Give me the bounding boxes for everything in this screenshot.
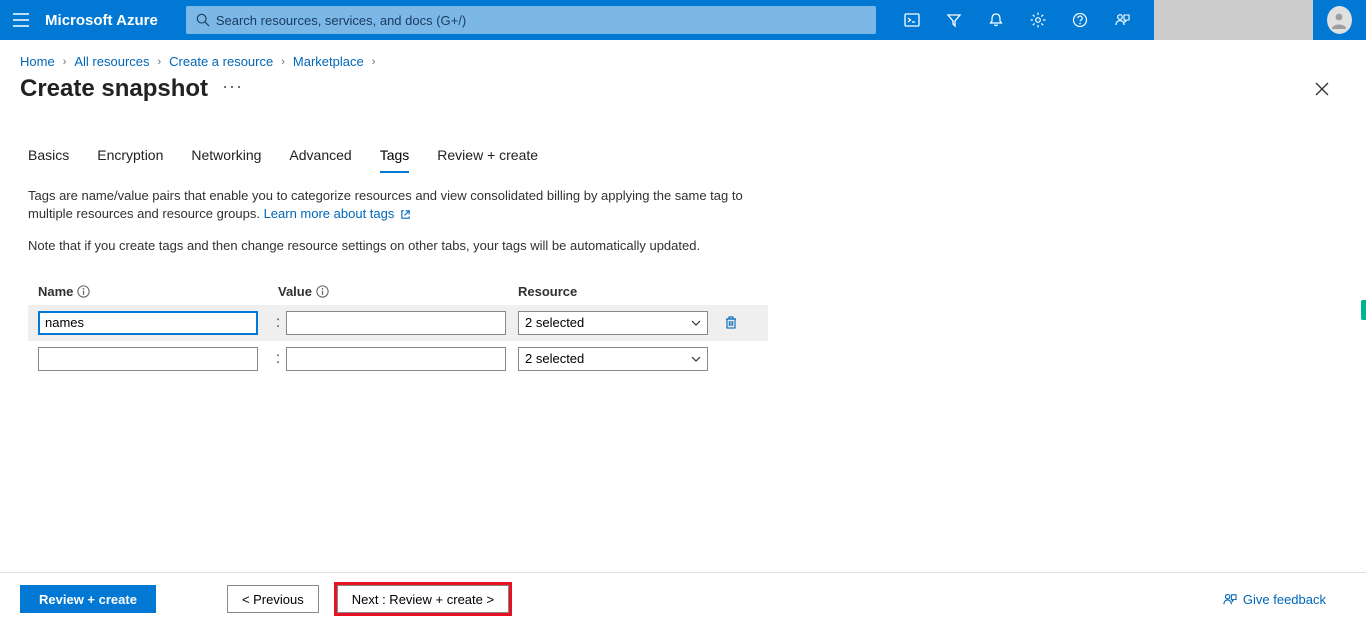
wizard-tabs: Basics Encryption Networking Advanced Ta…	[0, 103, 1366, 173]
top-bar: Microsoft Azure	[0, 0, 1366, 40]
give-feedback-label: Give feedback	[1243, 592, 1326, 607]
chevron-right-icon: ›	[372, 56, 376, 68]
feedback-icon[interactable]	[1102, 0, 1142, 40]
breadcrumb-home[interactable]: Home	[20, 54, 55, 69]
brand-label[interactable]: Microsoft Azure	[41, 12, 168, 29]
wizard-footer: Review + create < Previous Next : Review…	[0, 572, 1366, 625]
previous-button[interactable]: < Previous	[227, 585, 319, 613]
chevron-right-icon: ›	[281, 56, 285, 68]
tab-advanced[interactable]: Advanced	[289, 147, 351, 173]
tag-value-input[interactable]	[286, 311, 506, 335]
review-create-button[interactable]: Review + create	[20, 585, 156, 613]
tab-encryption[interactable]: Encryption	[97, 147, 163, 173]
topbar-icons	[892, 0, 1142, 40]
notifications-icon[interactable]	[976, 0, 1016, 40]
search-icon	[196, 13, 210, 27]
tag-resource-select[interactable]: 2 selected	[518, 311, 708, 335]
breadcrumb-create-resource[interactable]: Create a resource	[169, 54, 273, 69]
give-feedback-link[interactable]: Give feedback	[1222, 592, 1326, 607]
next-button[interactable]: Next : Review + create >	[337, 585, 509, 613]
external-link-icon	[400, 209, 411, 220]
hamburger-menu-icon[interactable]	[8, 6, 33, 34]
settings-gear-icon[interactable]	[1018, 0, 1058, 40]
tab-review-create[interactable]: Review + create	[437, 147, 538, 173]
breadcrumb-all-resources[interactable]: All resources	[74, 54, 149, 69]
chevron-right-icon: ›	[63, 56, 67, 68]
chevron-right-icon: ›	[158, 56, 162, 68]
cloud-shell-icon[interactable]	[892, 0, 932, 40]
tag-name-input[interactable]	[38, 347, 258, 371]
tags-table: Name Value Resource : 2 selected	[28, 278, 768, 377]
page-title: Create snapshot	[20, 75, 208, 103]
more-actions-icon[interactable]: ···	[222, 76, 243, 97]
help-icon[interactable]	[1060, 0, 1100, 40]
tag-resource-select[interactable]: 2 selected	[518, 347, 708, 371]
feedback-person-icon	[1222, 592, 1237, 607]
delete-tag-icon[interactable]	[724, 315, 738, 330]
tag-row: : 2 selected	[28, 341, 768, 377]
tab-basics[interactable]: Basics	[28, 147, 69, 173]
directory-filter-icon[interactable]	[934, 0, 974, 40]
tenant-account-area[interactable]	[1154, 0, 1313, 40]
tab-tags[interactable]: Tags	[380, 147, 410, 173]
breadcrumb: Home› All resources› Create a resource› …	[0, 40, 1366, 73]
chevron-down-icon	[691, 356, 701, 362]
info-icon[interactable]	[316, 285, 329, 298]
tab-networking[interactable]: Networking	[191, 147, 261, 173]
tag-value-input[interactable]	[286, 347, 506, 371]
select-value: 2 selected	[525, 351, 584, 366]
col-header-name: Name	[38, 284, 73, 299]
colon-separator: :	[270, 350, 286, 368]
tags-note-text: Note that if you create tags and then ch…	[28, 237, 752, 255]
user-avatar[interactable]	[1327, 6, 1352, 34]
info-icon[interactable]	[77, 285, 90, 298]
tag-row: : 2 selected	[28, 305, 768, 341]
global-search[interactable]	[186, 6, 876, 34]
side-indicator	[1361, 300, 1366, 320]
global-search-input[interactable]	[216, 13, 866, 28]
tag-name-input[interactable]	[38, 311, 258, 335]
colon-separator: :	[270, 314, 286, 332]
tags-header-row: Name Value Resource	[28, 278, 768, 305]
chevron-down-icon	[691, 320, 701, 326]
close-blade-icon[interactable]	[1308, 75, 1336, 103]
page-title-row: Create snapshot ···	[0, 73, 1366, 103]
tab-description: Tags are name/value pairs that enable yo…	[0, 173, 780, 256]
breadcrumb-marketplace[interactable]: Marketplace	[293, 54, 364, 69]
select-value: 2 selected	[525, 315, 584, 330]
learn-more-tags-link[interactable]: Learn more about tags	[264, 206, 411, 221]
col-header-value: Value	[278, 284, 312, 299]
col-header-resource: Resource	[518, 284, 577, 299]
